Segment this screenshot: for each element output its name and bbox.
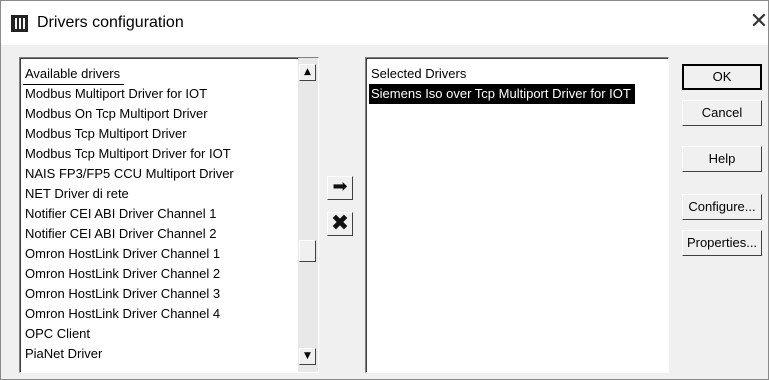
cancel-button[interactable]: Cancel — [682, 100, 762, 126]
list-item[interactable]: Modbus Tcp Multiport Driver for IOT — [23, 144, 235, 164]
drivers-configuration-dialog: Drivers configuration ✕ Available driver… — [0, 0, 769, 380]
vertical-scrollbar[interactable]: ▲ ▼ — [298, 58, 318, 372]
available-drivers-list[interactable]: Available drivers Modbus Multiport Drive… — [19, 57, 319, 373]
list-item[interactable]: Modbus Tcp Multiport Driver — [23, 124, 191, 144]
list-item[interactable]: Siemens Iso over Tcp Multiport Driver fo… — [369, 84, 635, 104]
configure-button[interactable]: Configure... — [682, 194, 762, 220]
list-item[interactable]: NAIS FP3/FP5 CCU Multiport Driver — [23, 164, 238, 184]
arrow-right-icon: ➡ — [332, 176, 348, 197]
list-item[interactable]: Modbus On Tcp Multiport Driver — [23, 104, 212, 124]
list-item[interactable]: Modbus Multiport Driver for IOT — [23, 84, 211, 104]
list-item[interactable]: Omron HostLink Driver Channel 3 — [23, 284, 224, 304]
scroll-up-icon[interactable]: ▲ — [299, 64, 316, 81]
close-button[interactable]: ✕ — [749, 9, 769, 35]
list-item[interactable]: Notifier CEI ABI Driver Channel 2 — [23, 224, 220, 244]
remove-driver-button[interactable]: ✖ — [327, 212, 353, 236]
list-item[interactable]: Omron HostLink Driver Channel 1 — [23, 244, 224, 264]
selected-drivers-header[interactable]: Selected Drivers — [369, 64, 470, 84]
x-icon: ✖ — [330, 211, 350, 236]
list-item[interactable]: Omron HostLink Driver Channel 4 — [23, 304, 224, 324]
window-title: Drivers configuration — [37, 14, 184, 31]
list-item[interactable]: Notifier CEI ABI Driver Channel 1 — [23, 204, 220, 224]
list-item[interactable]: OPC Client — [23, 324, 94, 344]
list-item[interactable]: NET Driver di rete — [23, 184, 133, 204]
list-item[interactable]: Omron HostLink Driver Channel 2 — [23, 264, 224, 284]
selected-drivers-list[interactable]: Selected Drivers Siemens Iso over Tcp Mu… — [365, 57, 669, 373]
add-driver-button[interactable]: ➡ — [327, 176, 353, 200]
available-drivers-header[interactable]: Available drivers — [23, 64, 125, 85]
title-bar: Drivers configuration ✕ — [1, 1, 768, 45]
app-icon — [11, 15, 28, 32]
help-button[interactable]: Help — [682, 146, 762, 172]
scroll-down-icon[interactable]: ▼ — [299, 348, 316, 365]
ok-button[interactable]: OK — [682, 64, 762, 90]
properties-button[interactable]: Properties... — [682, 230, 762, 256]
scroll-thumb[interactable] — [299, 240, 316, 262]
list-item[interactable]: PiaNet Driver — [23, 344, 106, 364]
